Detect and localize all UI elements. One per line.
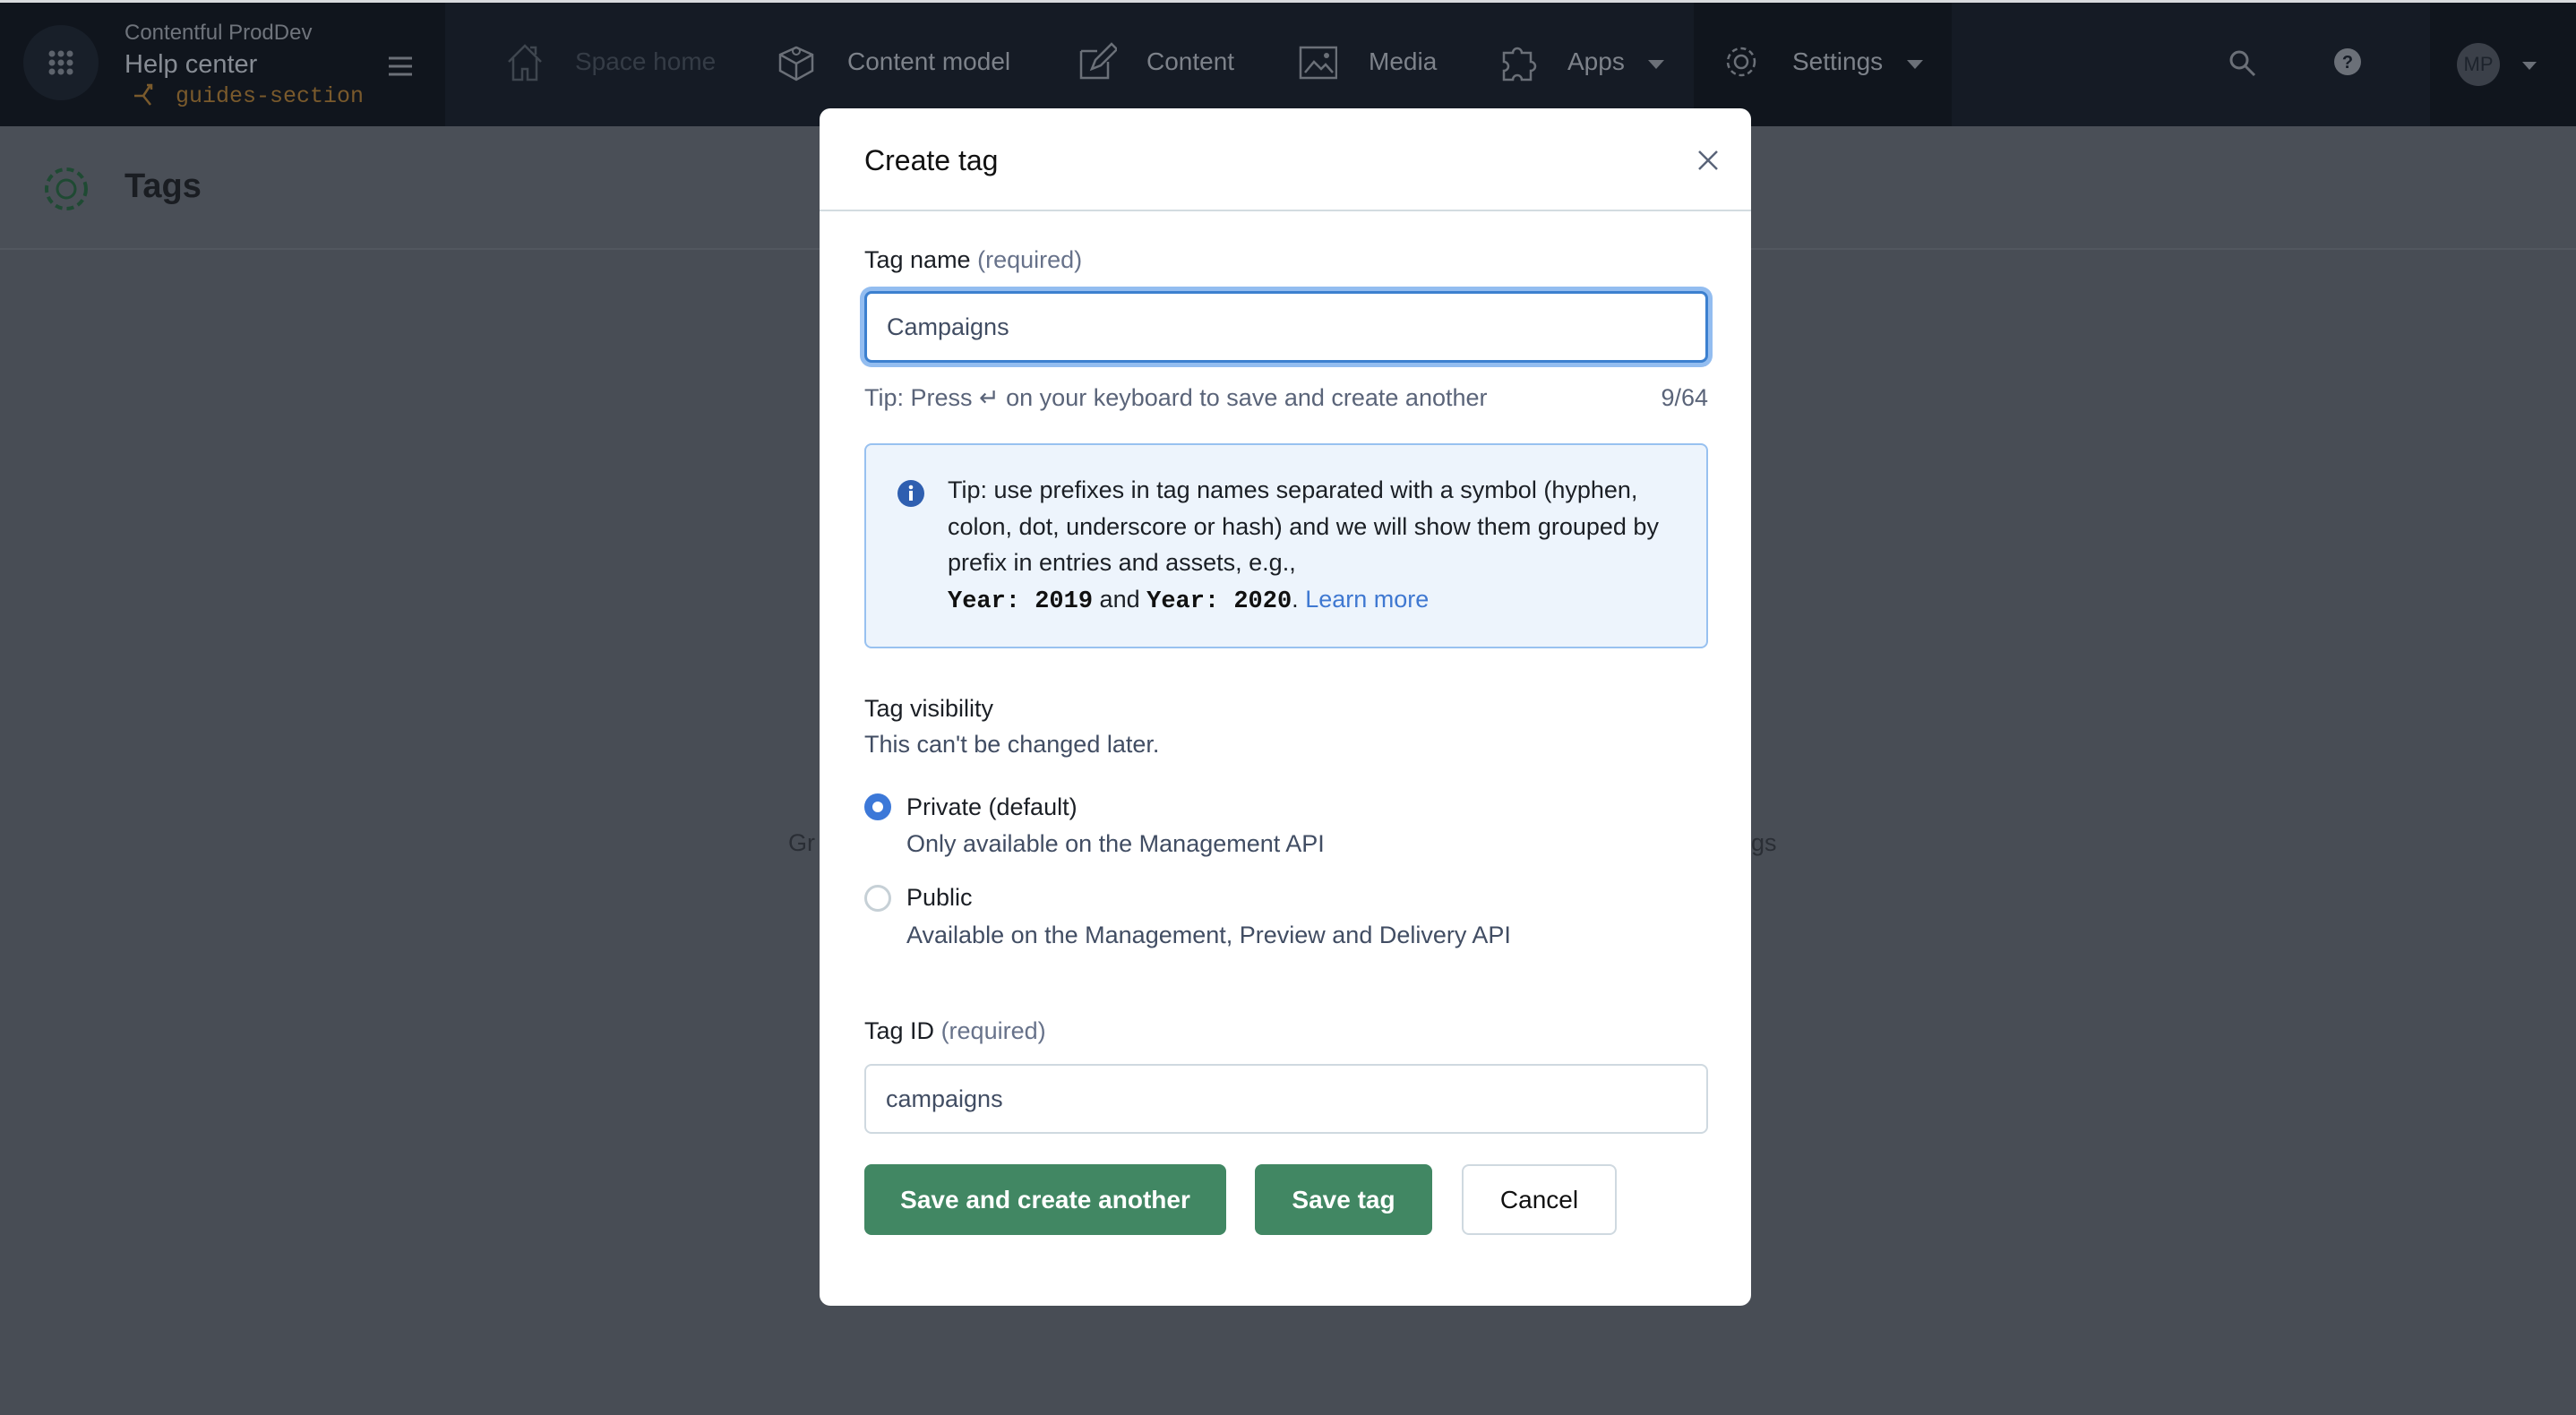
info-body: Tip: use prefixes in tag names separated… [948, 476, 1659, 576]
nav-content-model[interactable]: Content model [847, 47, 1010, 76]
radio-public-label[interactable]: Public [906, 884, 973, 912]
modal-divider [820, 210, 1751, 211]
info-icon [897, 480, 924, 507]
chevron-down-icon[interactable] [2522, 62, 2537, 71]
chevron-down-icon[interactable] [1648, 60, 1664, 71]
svg-text:?: ? [2342, 53, 2353, 73]
radio-public[interactable] [864, 885, 891, 912]
image-icon [1299, 46, 1337, 80]
required-hint: (required) [940, 1017, 1046, 1044]
radio-public-desc: Available on the Management, Preview and… [906, 922, 1511, 948]
page-title: Tags [125, 167, 202, 205]
radio-private[interactable] [864, 793, 891, 820]
example-code: Year: 2019 [948, 587, 1094, 615]
info-period: . [1292, 585, 1299, 613]
branch-icon [134, 83, 153, 106]
gear-icon [45, 167, 88, 210]
tag-name-input[interactable]: Campaigns [864, 291, 1708, 363]
nav-media[interactable]: Media [1369, 47, 1437, 76]
tag-name-label: Tag name (required) [864, 246, 1082, 274]
account-region [2430, 3, 2576, 126]
close-icon[interactable] [1697, 150, 1719, 171]
tag-id-label: Tag ID (required) [864, 1017, 1046, 1045]
create-tag-modal: Create tag Tag name (required) Campaigns… [820, 108, 1751, 1306]
search-icon[interactable] [2228, 49, 2257, 78]
nav-settings[interactable]: Settings [1792, 47, 1883, 76]
home-icon [508, 44, 542, 81]
chevron-down-icon[interactable] [1907, 60, 1923, 71]
hamburger-menu-icon[interactable] [387, 55, 414, 78]
modal-title: Create tag [864, 144, 999, 176]
nav-space-home[interactable]: Space home [575, 47, 716, 76]
nav-apps[interactable]: Apps [1567, 47, 1625, 76]
visibility-label: Tag visibility [864, 695, 994, 722]
cancel-button[interactable]: Cancel [1462, 1164, 1617, 1235]
radio-private-desc: Only available on the Management API [906, 830, 1325, 857]
environment-name: guides-section [176, 83, 365, 109]
background-text-fragment: Gr [788, 829, 815, 856]
gear-icon [1726, 47, 1756, 77]
input-value: Campaigns [887, 313, 1009, 340]
background-text-fragment: gs [1751, 829, 1777, 856]
org-name: Contentful ProdDev [125, 21, 313, 45]
content-model-icon [778, 46, 814, 81]
space-switcher[interactable]: Contentful ProdDev Help center guides-se… [0, 3, 445, 126]
label-text: Tag name [864, 246, 971, 273]
puzzle-icon [1502, 47, 1537, 81]
example-code: Year: 2020 [1146, 587, 1292, 615]
save-and-create-another-button[interactable]: Save and create another [864, 1164, 1226, 1235]
info-note: Tip: use prefixes in tag names separated… [864, 443, 1708, 648]
space-name: Help center [125, 50, 258, 79]
avatar-initials: MP [2463, 53, 2494, 75]
apps-grid-icon[interactable] [23, 25, 99, 100]
visibility-hint: This can't be changed later. [864, 731, 1160, 758]
avatar[interactable]: MP [2457, 43, 2500, 86]
tag-id-input[interactable]: campaigns [864, 1064, 1708, 1134]
info-and: and [1099, 585, 1140, 613]
input-value: campaigns [886, 1085, 1003, 1112]
help-icon[interactable]: ? [2333, 47, 2362, 76]
keyboard-tip: Tip: Press ↵ on your keyboard to save an… [864, 384, 1488, 411]
required-hint: (required) [977, 246, 1083, 273]
info-text: Tip: use prefixes in tag names separated… [948, 472, 1682, 620]
label-text: Tag ID [864, 1017, 935, 1044]
learn-more-link[interactable]: Learn more [1305, 586, 1429, 613]
save-tag-button[interactable]: Save tag [1255, 1164, 1432, 1235]
radio-private-label[interactable]: Private (default) [906, 793, 1078, 821]
char-count: 9/64 [1661, 384, 1708, 411]
nav-content[interactable]: Content [1146, 47, 1234, 76]
edit-icon [1079, 42, 1117, 80]
